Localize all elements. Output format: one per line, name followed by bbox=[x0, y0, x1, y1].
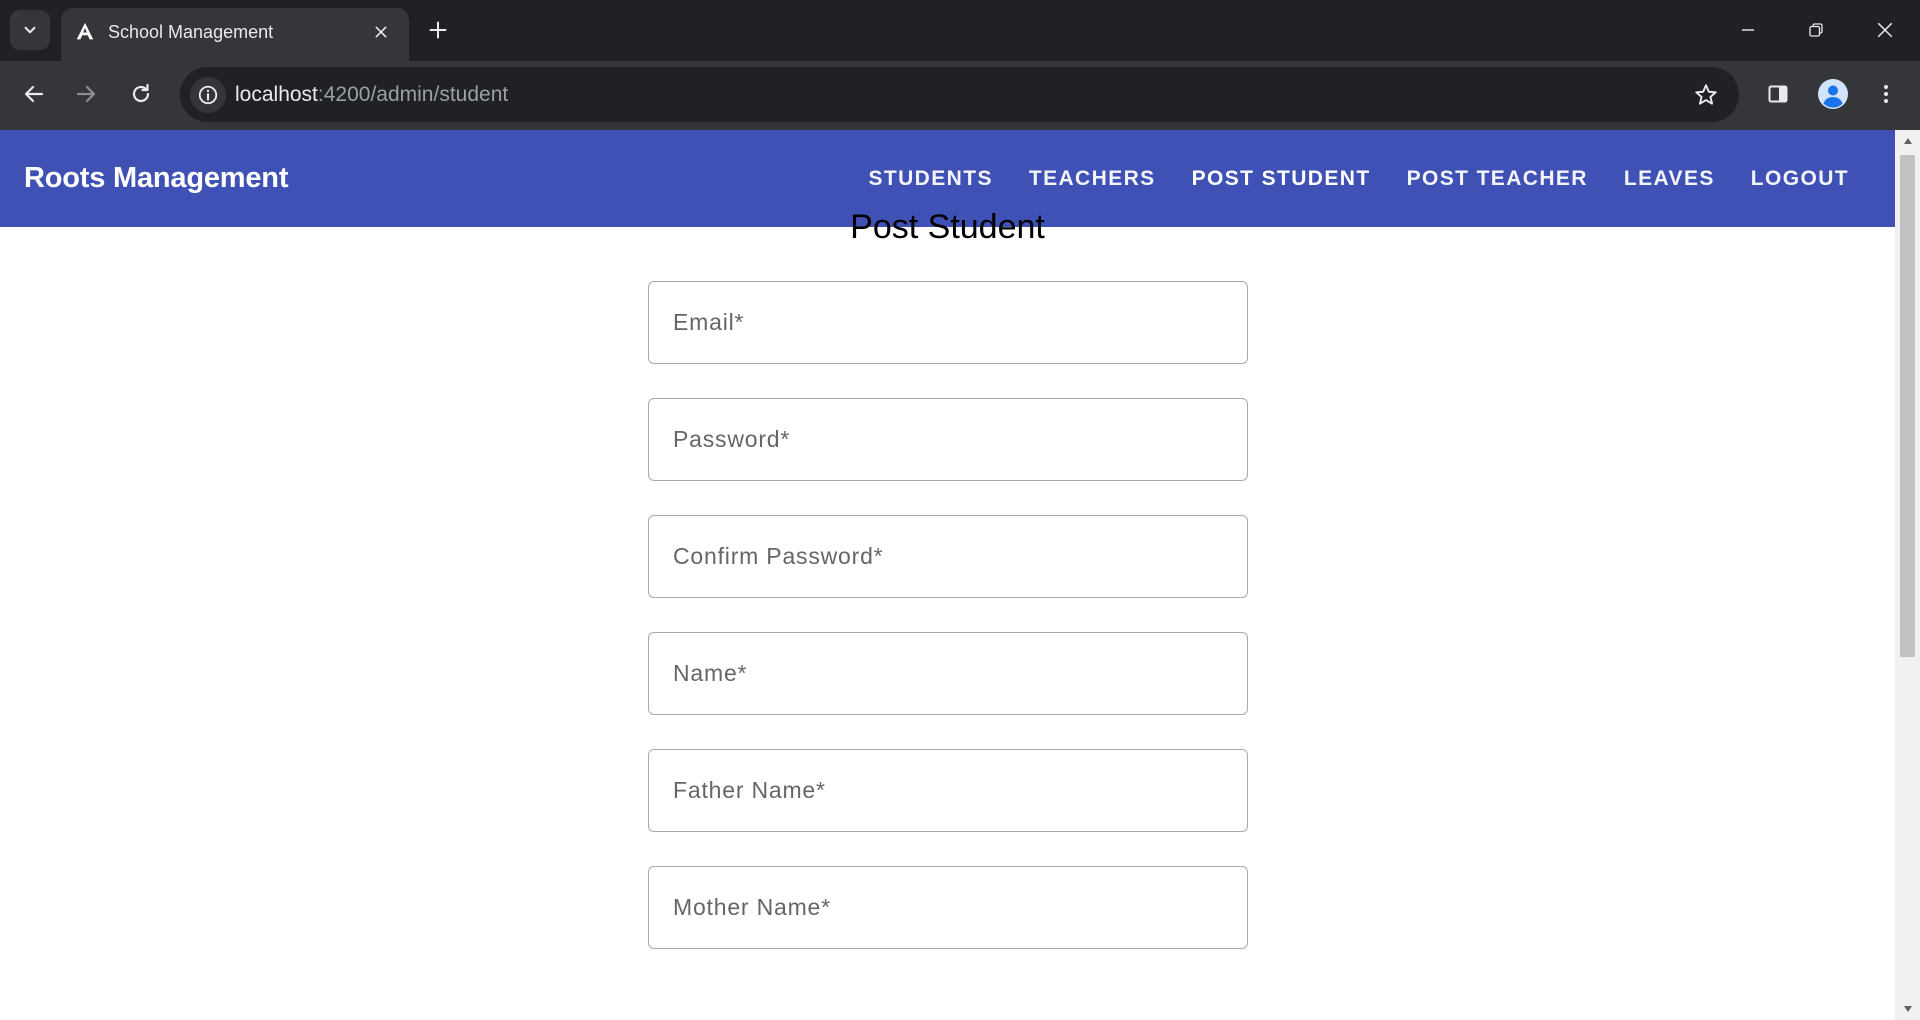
father-name-field[interactable] bbox=[649, 750, 1247, 831]
close-window-button[interactable] bbox=[1862, 10, 1908, 50]
password-field-container bbox=[648, 398, 1248, 481]
url-port: :4200 bbox=[317, 83, 371, 106]
nav-post-teacher[interactable]: POST TEACHER bbox=[1389, 159, 1606, 199]
address-bar[interactable]: localhost:4200/admin/student bbox=[180, 67, 1739, 122]
name-field-container bbox=[648, 632, 1248, 715]
scroll-down-button[interactable] bbox=[1895, 998, 1920, 1020]
restore-button[interactable] bbox=[1793, 10, 1839, 50]
url-text: localhost:4200/admin/student bbox=[235, 67, 508, 122]
back-button[interactable] bbox=[14, 74, 54, 114]
star-icon bbox=[1695, 84, 1717, 105]
minimize-icon bbox=[1742, 29, 1754, 31]
email-field[interactable] bbox=[649, 282, 1247, 363]
side-panel-icon bbox=[1768, 85, 1788, 103]
more-vertical-icon bbox=[1884, 85, 1888, 103]
password-field[interactable] bbox=[649, 399, 1247, 480]
close-icon bbox=[375, 26, 387, 38]
email-field-container bbox=[648, 281, 1248, 364]
tab-close-button[interactable] bbox=[369, 20, 393, 44]
plus-icon bbox=[429, 21, 447, 39]
tab-search-button[interactable] bbox=[10, 10, 50, 50]
forward-button[interactable] bbox=[66, 74, 106, 114]
page-title: Post Student bbox=[850, 208, 1045, 246]
scrollbar-thumb[interactable] bbox=[1900, 155, 1915, 657]
vertical-scrollbar[interactable] bbox=[1895, 130, 1920, 1020]
name-field[interactable] bbox=[649, 633, 1247, 714]
reload-button[interactable] bbox=[121, 74, 161, 114]
page-viewport: Roots Management STUDENTS TEACHERS POST … bbox=[0, 130, 1920, 1020]
info-icon bbox=[198, 85, 218, 105]
restore-icon bbox=[1809, 23, 1823, 37]
minimize-button[interactable] bbox=[1725, 10, 1771, 50]
nav-leaves[interactable]: LEAVES bbox=[1606, 159, 1733, 199]
close-icon bbox=[1877, 22, 1893, 38]
nav-post-student[interactable]: POST STUDENT bbox=[1174, 159, 1389, 199]
reload-icon bbox=[132, 83, 150, 103]
main-content: Post Student bbox=[0, 209, 1895, 1020]
nav-students[interactable]: STUDENTS bbox=[850, 159, 1010, 199]
tab-title: School Management bbox=[108, 22, 274, 42]
arrow-left-icon bbox=[24, 85, 44, 103]
site-info-button[interactable] bbox=[190, 77, 226, 113]
arrow-right-icon bbox=[76, 85, 96, 103]
bookmark-button[interactable] bbox=[1688, 77, 1724, 113]
url-host: localhost bbox=[235, 83, 318, 106]
confirm-password-field[interactable] bbox=[649, 516, 1247, 597]
father-name-field-container bbox=[648, 749, 1248, 832]
mother-name-field-container bbox=[648, 866, 1248, 949]
avatar-icon bbox=[1818, 79, 1848, 109]
browser-tab-strip: School Management bbox=[0, 0, 1920, 61]
angular-icon bbox=[73, 20, 97, 44]
nav-teachers[interactable]: TEACHERS bbox=[1011, 159, 1174, 199]
profile-button[interactable] bbox=[1813, 74, 1853, 114]
chevron-down-icon bbox=[24, 26, 36, 34]
browser-toolbar: localhost:4200/admin/student bbox=[0, 61, 1920, 130]
nav-logout[interactable]: LOGOUT bbox=[1733, 159, 1867, 199]
new-tab-button[interactable] bbox=[420, 12, 456, 48]
mother-name-field[interactable] bbox=[649, 867, 1247, 948]
confirm-password-field-container bbox=[648, 515, 1248, 598]
scroll-up-button[interactable] bbox=[1895, 130, 1920, 152]
browser-tab[interactable]: School Management bbox=[61, 8, 409, 61]
url-path: /admin/student bbox=[370, 83, 509, 106]
side-panel-button[interactable] bbox=[1758, 74, 1798, 114]
triangle-up-icon bbox=[1903, 138, 1912, 144]
browser-menu-button[interactable] bbox=[1866, 74, 1906, 114]
triangle-down-icon bbox=[1903, 1006, 1912, 1012]
